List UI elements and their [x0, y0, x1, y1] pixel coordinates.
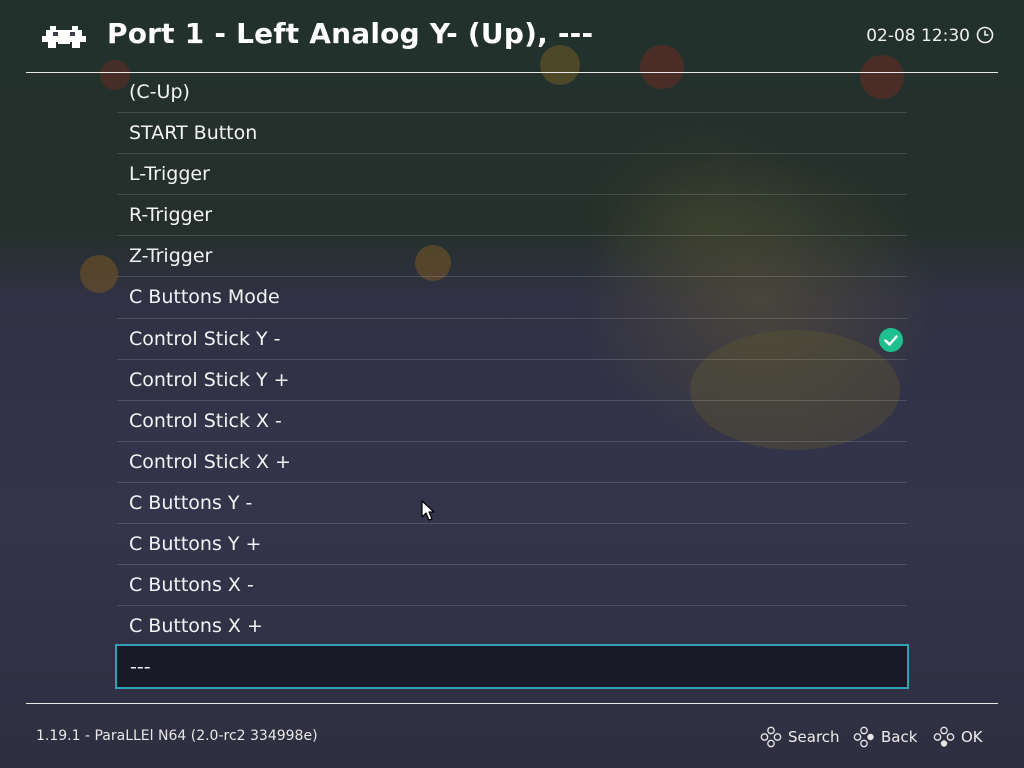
clock: 02-08 12:30	[866, 26, 970, 46]
list-item-label: Control Stick Y -	[129, 327, 281, 350]
list-item[interactable]: C Buttons Y -	[117, 483, 907, 525]
binding-option-list: (C-Up) START Button L-Trigger R-Trigger …	[117, 72, 907, 647]
ok-hint-label: OK	[961, 728, 983, 746]
list-item-label: C Buttons X +	[129, 615, 263, 638]
back-hint-button[interactable]: Back	[853, 726, 917, 748]
list-item-label: C Buttons X -	[129, 574, 254, 597]
list-item[interactable]: C Buttons X +	[117, 606, 907, 647]
list-item[interactable]: Z-Trigger	[117, 236, 907, 278]
list-item[interactable]: C Buttons Y +	[117, 524, 907, 566]
list-item[interactable]: Control Stick Y +	[117, 360, 907, 401]
list-item-label: START Button	[129, 122, 258, 145]
list-item-label: Control Stick X +	[129, 450, 291, 473]
list-item-label: C Buttons Mode	[129, 286, 280, 309]
list-item[interactable]: START Button	[117, 113, 907, 155]
list-item[interactable]: Control Stick Y -	[117, 319, 907, 360]
selected-list-item[interactable]: ---	[115, 644, 909, 689]
list-item-label: L-Trigger	[129, 163, 210, 186]
retroarch-logo-icon	[42, 26, 86, 48]
header: Port 1 - Left Analog Y- (Up), --- 02-08 …	[0, 0, 1024, 72]
list-item[interactable]: R-Trigger	[117, 195, 907, 237]
footer: 1.19.1 - ParaLLEl N64 (2.0-rc2 334998e) …	[0, 704, 1024, 768]
list-item-label: C Buttons Y +	[129, 533, 262, 556]
search-hint-button[interactable]: Search	[760, 726, 840, 748]
gamepad-buttons-icon	[933, 726, 955, 747]
gamepad-buttons-icon	[853, 726, 874, 748]
selected-list-item-label: ---	[130, 656, 151, 678]
list-item-label: R-Trigger	[129, 204, 213, 227]
list-item[interactable]: C Buttons X -	[117, 565, 907, 607]
search-hint-label: Search	[788, 728, 840, 746]
back-hint-label: Back	[881, 728, 918, 746]
list-item-label: Z-Trigger	[129, 245, 213, 268]
checkmark-icon	[879, 327, 903, 352]
clock-icon	[976, 26, 994, 44]
list-item[interactable]: C Buttons Mode	[117, 277, 907, 319]
core-version-label: 1.19.1 - ParaLLEl N64 (2.0-rc2 334998e)	[36, 728, 318, 744]
list-item-label: Control Stick X -	[129, 409, 282, 432]
gamepad-buttons-icon	[760, 726, 782, 748]
page-title: Port 1 - Left Analog Y- (Up), ---	[107, 17, 594, 50]
list-item[interactable]: L-Trigger	[117, 154, 907, 196]
list-item-label: Control Stick Y +	[129, 368, 290, 391]
mouse-cursor-icon	[421, 500, 435, 521]
ok-hint-button[interactable]: OK	[933, 726, 983, 748]
list-item[interactable]: Control Stick X +	[117, 442, 907, 483]
list-item-label: C Buttons Y -	[129, 491, 253, 514]
list-item[interactable]: Control Stick X -	[117, 401, 907, 442]
list-item[interactable]: (C-Up)	[117, 72, 907, 114]
list-item-label: (C-Up)	[129, 81, 190, 103]
